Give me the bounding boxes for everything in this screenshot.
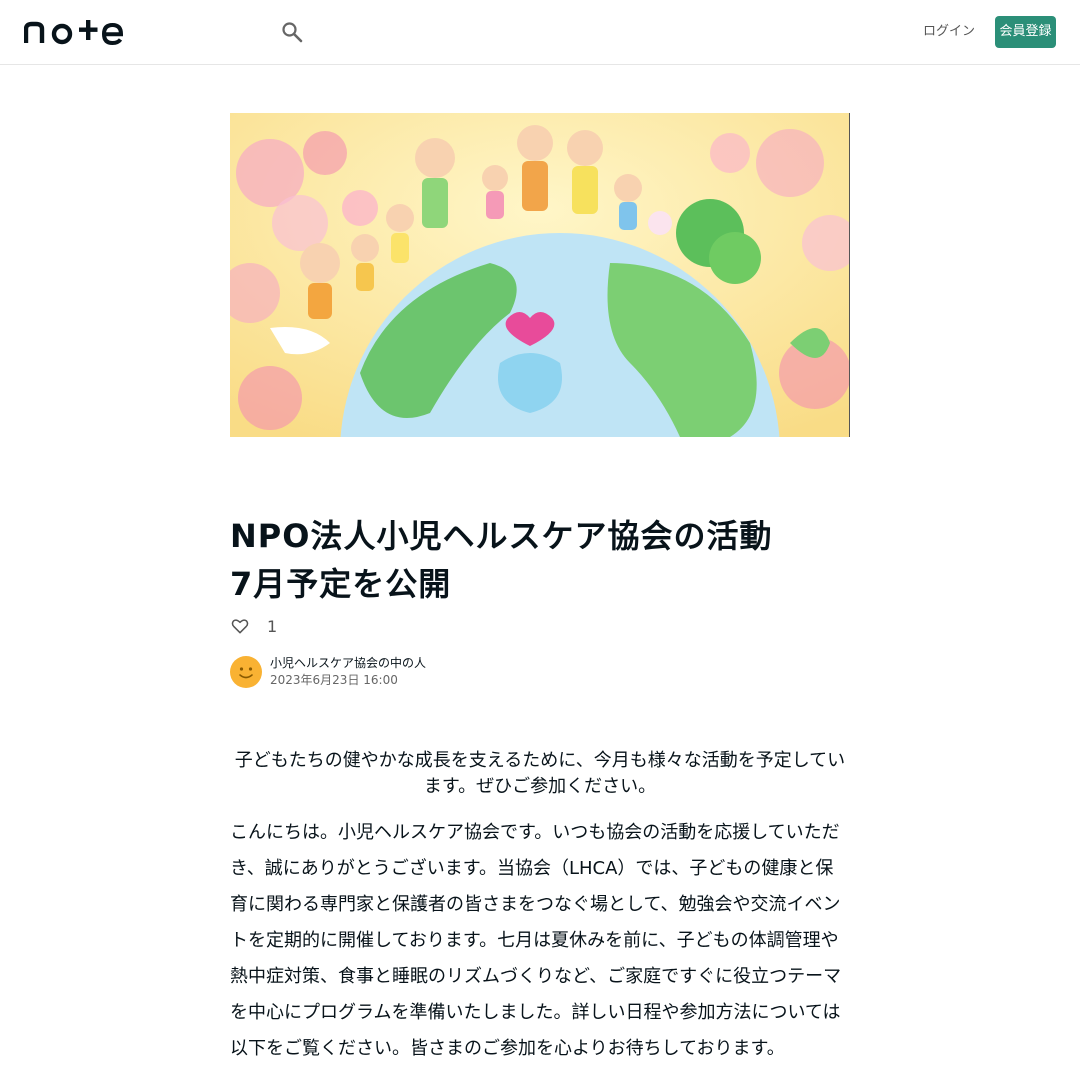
note-logo[interactable]: note bbox=[24, 19, 124, 45]
signup-button[interactable]: 会員登録 bbox=[995, 16, 1056, 48]
article-body: こんにちは。小児ヘルスケア協会です。いつも協会の活動を応援していただき、誠にあり… bbox=[230, 822, 842, 1059]
like-section: 1 bbox=[230, 614, 277, 638]
login-button[interactable]: ログイン bbox=[920, 16, 978, 48]
author-meta: 小児ヘルスケア協会の中の人 2023年6月23日 16:00 bbox=[270, 655, 426, 689]
heart-icon[interactable] bbox=[230, 616, 250, 636]
site-header: note ログイン 会員登録 bbox=[0, 0, 1080, 65]
author-name[interactable]: 小児ヘルスケア協会の中の人 bbox=[270, 655, 426, 672]
article-title: NPO法人小児ヘルスケア協会の活動 7月予定を公開 bbox=[230, 517, 773, 603]
publish-date: 2023年6月23日 16:00 bbox=[270, 673, 398, 687]
author-info: 小児ヘルスケア協会の中の人 2023年6月23日 16:00 bbox=[230, 655, 426, 689]
smiley-icon[interactable] bbox=[230, 656, 262, 688]
article-lead: 子どもたちの健やかな成長を支えるために、今月も様々な活動を予定しています。ぜひご… bbox=[234, 750, 846, 797]
hero-illustration bbox=[230, 113, 849, 437]
article-hero-image bbox=[230, 113, 850, 437]
like-count: 1 bbox=[267, 616, 278, 636]
search-icon[interactable] bbox=[280, 20, 304, 44]
